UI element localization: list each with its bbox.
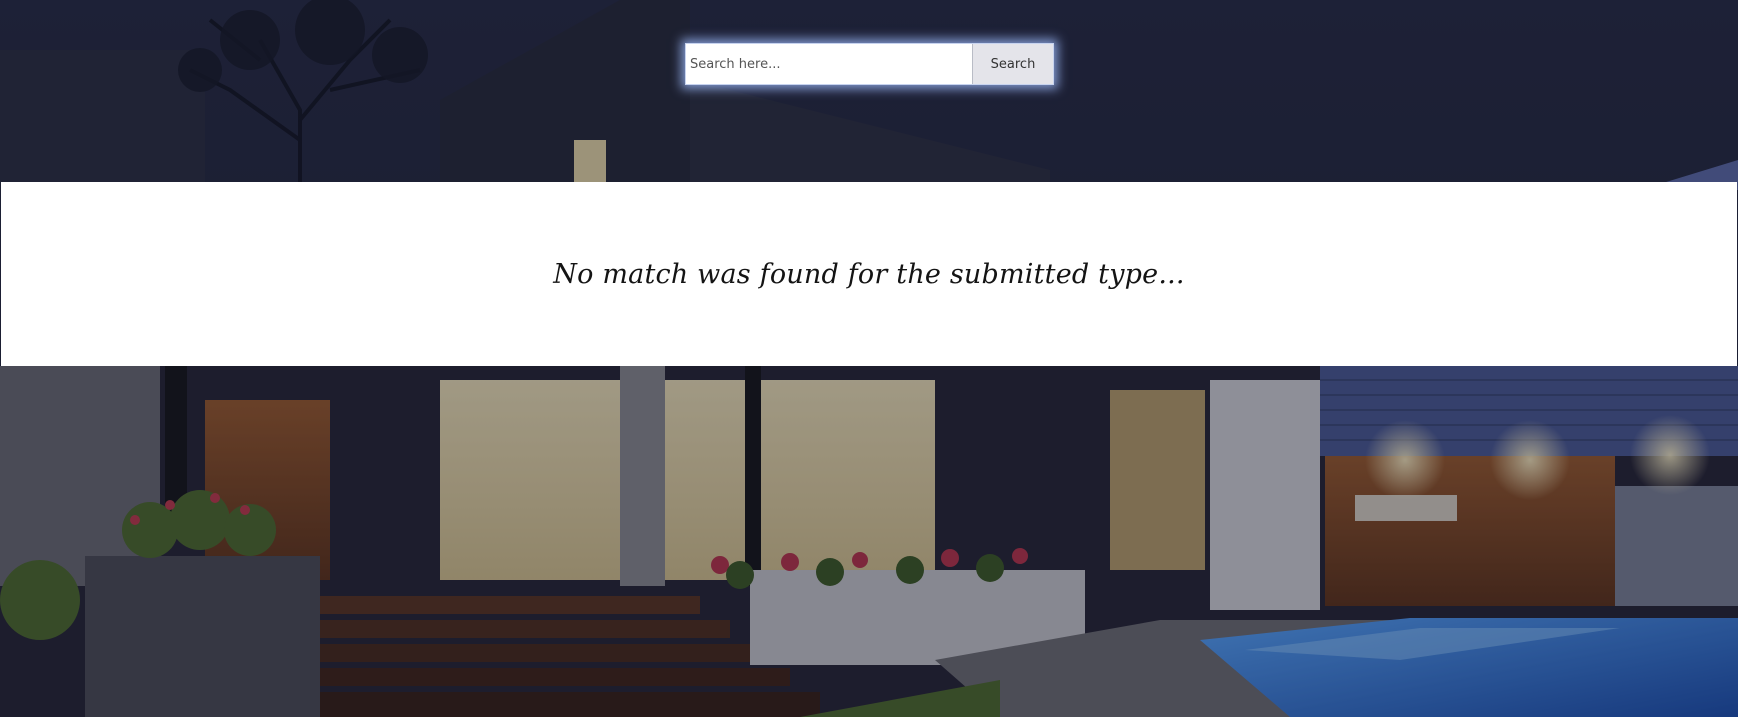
results-panel: No match was found for the submitted typ… [1, 182, 1737, 366]
search-button[interactable]: Search [972, 44, 1053, 84]
page: Search No match was found for the submit… [0, 0, 1738, 717]
search-input[interactable] [686, 44, 972, 84]
search-form: Search [685, 43, 1054, 85]
no-results-message: No match was found for the submitted typ… [553, 258, 1185, 290]
